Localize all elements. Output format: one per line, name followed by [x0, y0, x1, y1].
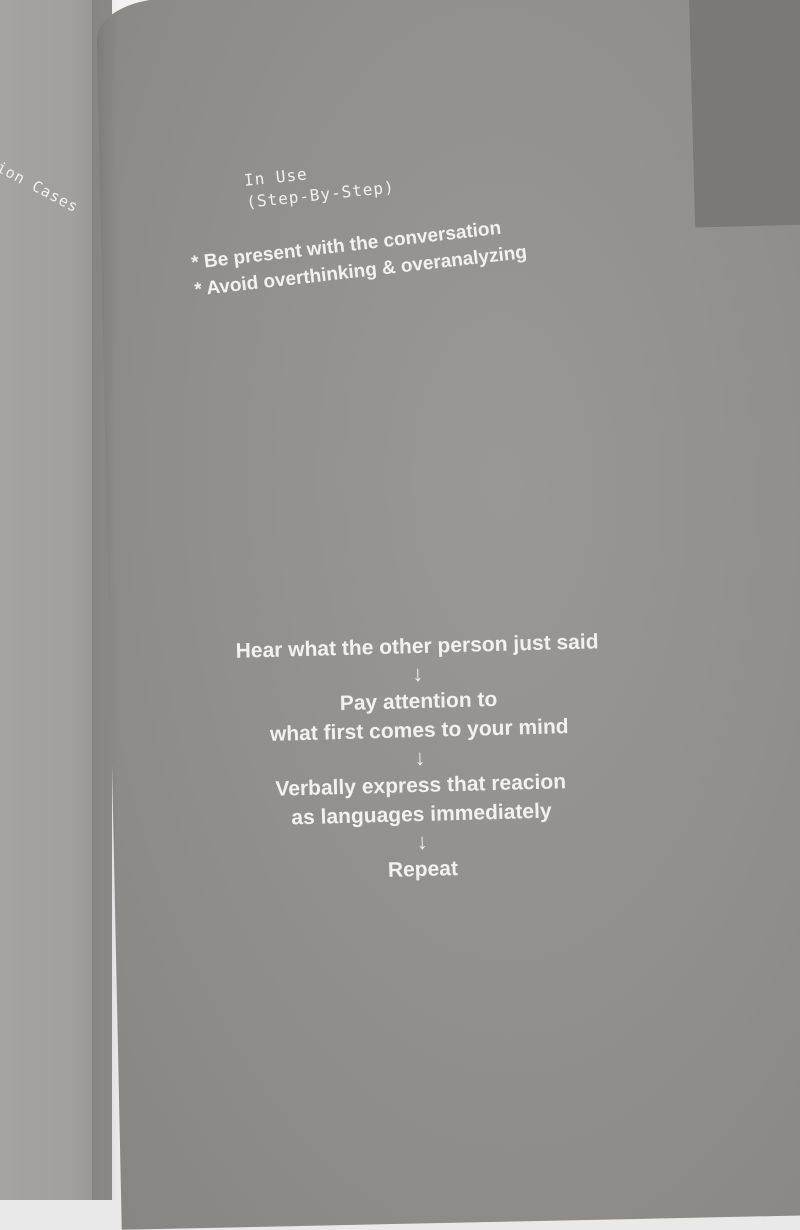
book-spine: [92, 0, 118, 1200]
section-label: ion Cases: [0, 158, 82, 217]
dark-color-block: [688, 0, 800, 228]
step-flow: Hear what the other person just said ↓ P…: [177, 626, 663, 890]
